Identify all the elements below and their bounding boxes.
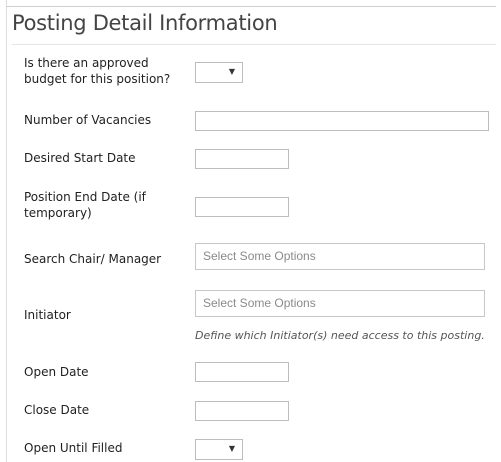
position-end-date-label: Position End Date (if temporary)	[24, 190, 146, 220]
top-divider	[6, 6, 496, 7]
open-date-label: Open Date	[24, 365, 89, 379]
chevron-down-icon: ▼	[228, 444, 235, 453]
open-until-filled-select[interactable]: ▼	[195, 439, 243, 460]
section-heading: Posting Detail Information	[12, 11, 278, 35]
search-chair-multiselect[interactable]	[195, 243, 485, 270]
vacancies-input[interactable]	[195, 111, 489, 131]
desired-start-date-input[interactable]	[195, 149, 289, 169]
search-chair-input[interactable]	[203, 249, 473, 263]
approved-budget-label: Is there an approved budget for this pos…	[24, 56, 171, 86]
position-end-date-input[interactable]	[195, 197, 289, 217]
initiator-help-text: Define which Initiator(s) need access to…	[195, 329, 485, 342]
search-chair-label: Search Chair/ Manager	[24, 252, 162, 266]
desired-start-date-label: Desired Start Date	[24, 151, 136, 165]
close-date-input[interactable]	[195, 401, 289, 421]
heading-divider	[12, 44, 496, 45]
chevron-down-icon: ▼	[228, 67, 235, 76]
initiator-multiselect[interactable]	[195, 290, 485, 317]
open-until-filled-label: Open Until Filled	[24, 441, 123, 455]
close-date-label: Close Date	[24, 403, 90, 417]
approved-budget-select[interactable]: ▼	[195, 62, 243, 83]
vacancies-label: Number of Vacancies	[24, 113, 152, 127]
initiator-label: Initiator	[24, 308, 71, 322]
open-date-input[interactable]	[195, 362, 289, 382]
initiator-input[interactable]	[203, 296, 473, 310]
